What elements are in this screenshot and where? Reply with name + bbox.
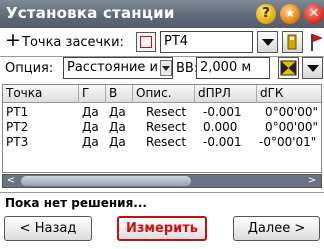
cell-dha: 0°00'00" bbox=[265, 120, 318, 134]
table-row[interactable]: PT1 Да Да Resect -0.001 0°00'00" bbox=[3, 105, 321, 119]
scrollbar-thumb[interactable] bbox=[21, 176, 191, 186]
observations-table[interactable]: Точка Г В Опис. dПРЛ dГК PT1 Да Да Resec… bbox=[2, 84, 322, 173]
target-dropdown-button[interactable] bbox=[302, 57, 323, 79]
point-list-icon[interactable] bbox=[136, 32, 156, 52]
favorites-icon[interactable]: ★ bbox=[280, 4, 300, 24]
point-name-field[interactable]: PT4 bbox=[160, 31, 253, 53]
title-bar: Установка станции ? ★ ✕ bbox=[0, 0, 324, 28]
column-header-h[interactable]: Г bbox=[79, 85, 106, 103]
cell-desc: Resect bbox=[146, 120, 187, 134]
option-select[interactable]: Расстояние и углы bbox=[63, 57, 173, 79]
next-button[interactable]: Далее > bbox=[233, 216, 320, 241]
cell-point: PT2 bbox=[6, 120, 29, 134]
scroll-left-icon[interactable]: < bbox=[4, 175, 18, 187]
cell-point: PT1 bbox=[6, 105, 29, 119]
column-header-dsd[interactable]: dПРЛ bbox=[195, 85, 257, 103]
option-label: Опция: bbox=[5, 61, 54, 76]
column-header-dha[interactable]: dГК bbox=[257, 85, 321, 103]
divider bbox=[0, 192, 324, 193]
help-icon[interactable]: ? bbox=[256, 4, 276, 24]
scroll-right-icon[interactable]: > bbox=[305, 175, 319, 187]
column-header-point[interactable]: Точка bbox=[3, 85, 79, 103]
table-row[interactable]: PT3 Да Да Resect -0.001 -0°00'01" bbox=[3, 135, 321, 149]
close-icon[interactable]: ✕ bbox=[304, 4, 324, 24]
cell-dsd: -0.001 bbox=[203, 135, 242, 149]
hv-height-field[interactable]: 2,000 м bbox=[196, 57, 270, 79]
cell-h: Да bbox=[82, 120, 99, 134]
cell-v: Да bbox=[109, 135, 126, 149]
solution-status: Пока нет решения... bbox=[5, 196, 147, 210]
target-icon[interactable] bbox=[278, 57, 299, 79]
cell-h: Да bbox=[82, 105, 99, 119]
option-select-arrow-icon[interactable] bbox=[160, 60, 172, 76]
point-dropdown-button[interactable] bbox=[257, 31, 278, 53]
measure-button[interactable]: Измерить bbox=[117, 216, 207, 241]
cell-dha: -0°00'01" bbox=[259, 135, 317, 149]
cell-dha: 0°00'00" bbox=[265, 105, 318, 119]
cell-dsd: 0.000 bbox=[203, 120, 238, 134]
column-header-v[interactable]: В bbox=[106, 85, 133, 103]
window-title: Установка станции bbox=[6, 4, 175, 22]
cell-h: Да bbox=[82, 135, 99, 149]
add-point-icon[interactable]: + bbox=[5, 29, 21, 51]
cell-dsd: -0.001 bbox=[203, 105, 242, 119]
cell-v: Да bbox=[109, 120, 126, 134]
table-row[interactable]: PT2 Да Да Resect 0.000 0°00'00" bbox=[3, 120, 321, 134]
keyboard-icon[interactable] bbox=[282, 31, 303, 53]
stakeout-flag-icon[interactable] bbox=[306, 31, 324, 53]
cell-point: PT3 bbox=[6, 135, 29, 149]
backsight-point-label: Точка засечки: bbox=[22, 35, 124, 50]
hv-label: ВВ: bbox=[176, 61, 199, 76]
cell-v: Да bbox=[109, 105, 126, 119]
cell-desc: Resect bbox=[146, 135, 187, 149]
column-header-desc[interactable]: Опис. bbox=[133, 85, 195, 103]
cell-desc: Resect bbox=[146, 105, 187, 119]
back-button[interactable]: < Назад bbox=[4, 216, 92, 241]
horizontal-scrollbar[interactable]: < > bbox=[2, 174, 322, 188]
table-header: Точка Г В Опис. dПРЛ dГК bbox=[3, 85, 321, 103]
